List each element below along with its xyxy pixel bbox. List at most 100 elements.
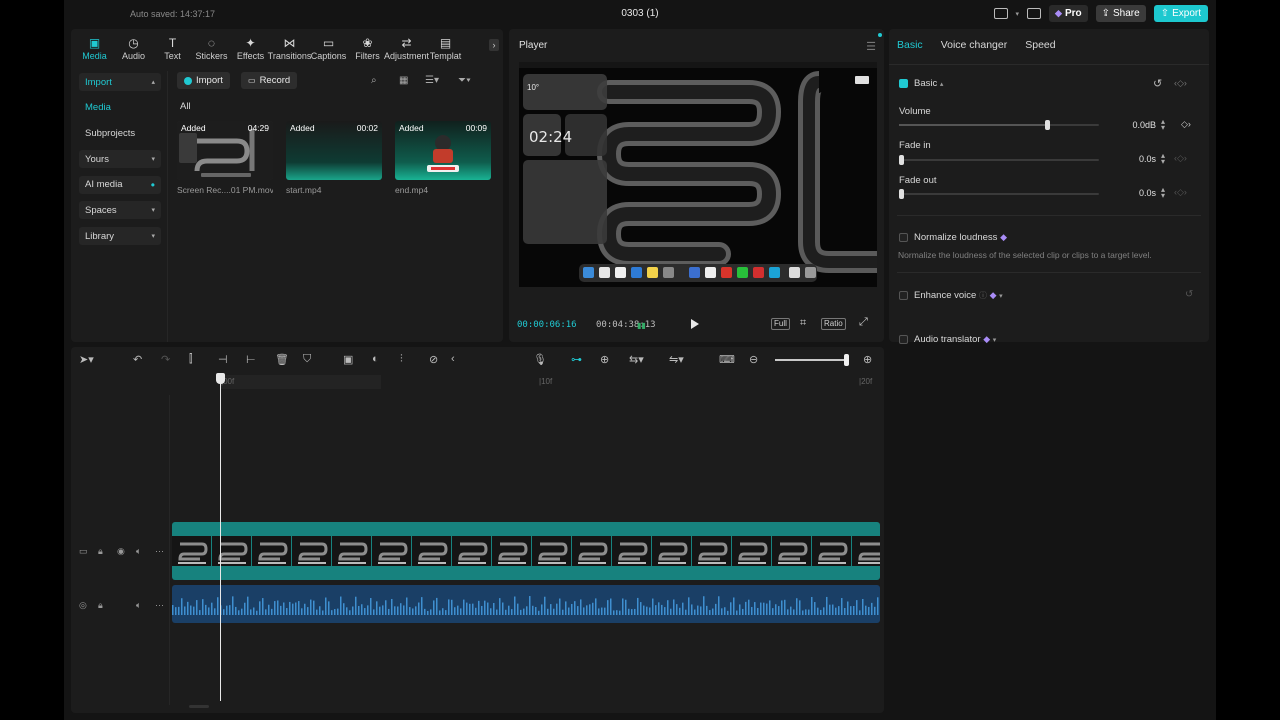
tab-speed[interactable]: Speed — [1025, 39, 1055, 51]
video-clip[interactable] — [172, 522, 880, 580]
zoom-slider-knob[interactable] — [844, 354, 849, 366]
fullscreen-icon[interactable]: ⤢ — [859, 316, 868, 329]
tab-audio[interactable]: ◷ Audio — [114, 33, 153, 63]
enhance-voice-checkbox[interactable] — [899, 291, 908, 300]
auto-reframe-icon[interactable]: ⊘ — [429, 353, 438, 366]
sidebar-item-media[interactable]: Media — [79, 99, 161, 117]
search-icon[interactable]: ⌕ — [371, 75, 377, 86]
chevron-down-icon[interactable]: ▾ — [999, 293, 1003, 300]
split-left-icon[interactable]: ⊣ — [218, 353, 228, 366]
normalize-checkbox[interactable] — [899, 233, 908, 242]
tools-scroll-right-icon[interactable]: › — [489, 39, 499, 51]
adjust-icon[interactable]: ⫶ — [400, 353, 403, 366]
sidebar-item-subprojects[interactable]: Subprojects — [79, 124, 161, 142]
volume-stepper-icon[interactable]: ▴ ▾ — [1161, 118, 1165, 132]
tab-captions[interactable]: ▭ Captions — [309, 33, 348, 63]
reset-icon[interactable]: ↺ — [1153, 77, 1162, 90]
ratio-button[interactable]: Ratio — [821, 318, 846, 330]
tab-effects[interactable]: ✦ Effects — [231, 33, 270, 63]
speaker-icon[interactable]: 🔈︎ — [136, 546, 141, 557]
speaker-icon[interactable]: 🔈︎ — [136, 600, 141, 611]
lock-icon[interactable]: 🔒︎ — [98, 546, 103, 557]
export-button[interactable]: ⇧ Export — [1153, 5, 1208, 22]
chevron-down-icon[interactable]: ▾ — [993, 337, 997, 344]
tab-voice-changer[interactable]: Voice changer — [941, 39, 1008, 51]
tab-transitions[interactable]: ⋈ Transitions — [268, 33, 312, 63]
lock-icon[interactable]: 🔒︎ — [98, 600, 103, 611]
microphone-icon[interactable]: 🎙 — [533, 353, 547, 366]
volume-keyframe-icon[interactable]: ◇› — [1181, 119, 1191, 130]
media-item[interactable]: Added 00:02 start.mp4 — [286, 121, 382, 195]
fade-out-stepper-icon[interactable]: ▴ ▾ — [1161, 186, 1165, 200]
more-icon[interactable]: ⋯ — [155, 546, 164, 557]
volume-slider-knob[interactable] — [1045, 120, 1050, 130]
audio-clip[interactable] — [172, 585, 880, 623]
freeze-icon[interactable]: ▣ — [343, 353, 353, 366]
grid-view-icon[interactable]: ▦ — [399, 75, 408, 86]
fade-out-slider-knob[interactable] — [899, 189, 904, 199]
filter-all-tab[interactable]: All — [180, 101, 191, 112]
preview-axis-icon[interactable]: ⇋▾ — [669, 353, 684, 366]
magnet-link-icon[interactable]: ⊶ — [571, 353, 582, 366]
more-icon[interactable]: ⋯ — [155, 600, 164, 611]
media-item[interactable]: Added 04:29 Screen Rec....01 PM.mov — [177, 121, 273, 195]
keyframe-icon[interactable]: ‹◇› — [1174, 78, 1187, 89]
fade-in-slider[interactable] — [899, 155, 1099, 165]
layout-icon[interactable] — [993, 8, 1008, 19]
import-button[interactable]: Import — [177, 72, 230, 89]
sidebar-item-ai-media[interactable]: AI media • — [79, 175, 161, 194]
tab-media[interactable]: ▣ Media — [75, 33, 114, 63]
marker-icon[interactable]: ⛉ — [303, 353, 311, 366]
sidebar-item-library[interactable]: Library ▾ — [79, 227, 161, 246]
playhead-handle[interactable] — [216, 373, 225, 384]
sort-icon[interactable]: ☰▾ — [425, 75, 439, 86]
volume-value[interactable]: 0.0dB — [1116, 120, 1156, 130]
playhead[interactable] — [220, 375, 221, 701]
volume-slider[interactable] — [899, 120, 1099, 130]
zoom-slider[interactable] — [775, 354, 849, 366]
share-button[interactable]: ⇪ Share — [1095, 5, 1146, 22]
snap-icon[interactable]: ⊕ — [600, 353, 609, 366]
split-right-icon[interactable]: ⊢ — [246, 353, 256, 366]
undo-icon[interactable]: ↶ — [133, 353, 142, 366]
basic-checkbox[interactable] — [899, 79, 908, 88]
link-clips-icon[interactable]: ⇆▾ — [629, 353, 644, 366]
delete-icon[interactable]: 🗑 — [275, 353, 289, 366]
collapse-toolbar-icon[interactable]: ‹ — [451, 353, 455, 365]
zoom-in-icon[interactable]: ⊕ — [863, 353, 872, 366]
sidebar-item-spaces[interactable]: Spaces ▾ — [79, 201, 161, 220]
caption-track-icon[interactable]: ⌨ — [719, 353, 735, 366]
fade-in-value[interactable]: 0.0s — [1116, 154, 1156, 164]
media-item[interactable]: Added 00:09 end.mp4 — [395, 121, 491, 195]
fade-out-slider[interactable] — [899, 189, 1099, 199]
tab-templat[interactable]: ▤ Templat — [426, 33, 465, 63]
sidebar-item-yours[interactable]: Yours ▾ — [79, 150, 161, 169]
video-preview[interactable]: 02:24 10° — [519, 62, 877, 287]
audio-translator-checkbox[interactable] — [899, 335, 908, 344]
record-button[interactable]: ▭ Record — [241, 72, 298, 89]
section-basic-title[interactable]: Basic ▴ — [914, 78, 943, 89]
full-button[interactable]: Full — [771, 318, 790, 330]
tab-adjustment[interactable]: ⇄ Adjustment — [384, 33, 429, 63]
fade-in-stepper-icon[interactable]: ▴ ▾ — [1161, 152, 1165, 166]
player-menu-icon[interactable]: ☰ — [866, 40, 876, 53]
keyboard-icon[interactable] — [1027, 8, 1042, 19]
mask-icon[interactable]: ◐ — [372, 353, 379, 365]
layout-chevron-icon[interactable]: ▾ — [1016, 10, 1020, 18]
zoom-out-icon[interactable]: ⊖ — [749, 353, 758, 366]
fade-in-slider-knob[interactable] — [899, 155, 904, 165]
tab-text[interactable]: T Text — [153, 33, 192, 63]
eye-icon[interactable]: ◉ — [117, 546, 125, 557]
tab-filters[interactable]: ❀ Filters — [348, 33, 387, 63]
filter-icon[interactable]: ⏷▾ — [458, 75, 471, 86]
timeline-ruler[interactable]: |00f |10f |20f — [171, 375, 881, 389]
split-icon[interactable]: ⫿ — [189, 353, 193, 366]
fade-out-value[interactable]: 0.0s — [1116, 188, 1156, 198]
tab-stickers[interactable]: ◌ Stickers — [192, 33, 231, 63]
screenshot-icon[interactable]: ⌗ — [800, 317, 806, 330]
tab-basic[interactable]: Basic — [897, 39, 923, 51]
sidebar-item-import[interactable]: Import ▴ — [79, 73, 161, 91]
pro-button[interactable]: ◆ Pro — [1049, 5, 1088, 22]
horizontal-scrollbar[interactable] — [189, 705, 209, 708]
play-button[interactable] — [691, 319, 699, 329]
